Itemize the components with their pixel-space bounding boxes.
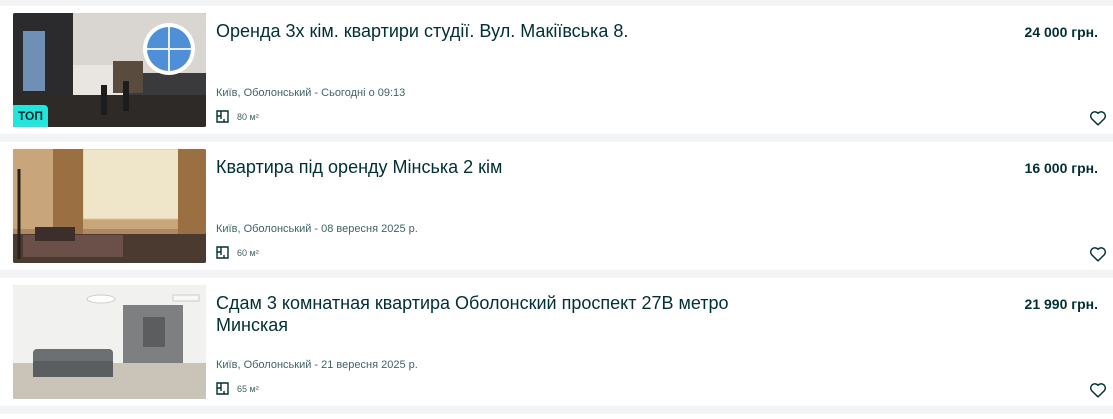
listing-location-date: Київ, Оболонський - Сьогодні о 09:13	[216, 87, 406, 99]
listing-photo[interactable]: ТОП	[13, 13, 206, 127]
listing-card[interactable]: Квартира під оренду Мінська 2 кім 16 000…	[0, 142, 1113, 270]
listing-area: 80 м²	[216, 110, 259, 123]
listing-card[interactable]: Сдам 3 комнатная квартира Оболонский про…	[0, 278, 1113, 406]
listing-area-value: 60 м²	[237, 247, 259, 258]
listing-area: 65 м²	[216, 382, 259, 395]
listing-title[interactable]: Квартира під оренду Мінська 2 кім	[216, 156, 756, 178]
favorite-button[interactable]	[1089, 109, 1107, 127]
listing-location-date: Київ, Оболонський - 08 вересня 2025 р.	[216, 223, 418, 235]
heart-icon	[1089, 383, 1107, 398]
listings-list: ТОП Оренда 3х кім. квартири студії. Вул.…	[0, 0, 1113, 419]
listing-photo[interactable]	[13, 285, 206, 399]
listing-price: 24 000 грн.	[1024, 24, 1098, 40]
listing-price: 16 000 грн.	[1024, 160, 1098, 176]
listing-title[interactable]: Оренда 3х кім. квартири студії. Вул. Мак…	[216, 20, 756, 42]
floor-plan-icon	[216, 110, 229, 123]
favorite-button[interactable]	[1089, 245, 1107, 263]
listing-title[interactable]: Сдам 3 комнатная квартира Оболонский про…	[216, 292, 756, 336]
listing-location-date: Київ, Оболонський - 21 вересня 2025 р.	[216, 359, 418, 371]
listing-photo[interactable]	[13, 149, 206, 263]
listing-card[interactable]: ТОП Оренда 3х кім. квартири студії. Вул.…	[0, 6, 1113, 134]
heart-icon	[1089, 247, 1107, 262]
listing-area-value: 80 м²	[237, 111, 259, 122]
top-badge: ТОП	[13, 105, 48, 127]
floor-plan-icon	[216, 246, 229, 259]
listing-area-value: 65 м²	[237, 383, 259, 394]
listing-card-partial	[0, 414, 1113, 419]
apartment-photo-icon	[13, 149, 206, 263]
favorite-button[interactable]	[1089, 381, 1107, 399]
listing-area: 60 м²	[216, 246, 259, 259]
apartment-photo-icon	[13, 285, 206, 399]
listing-price: 21 990 грн.	[1024, 296, 1098, 312]
floor-plan-icon	[216, 382, 229, 395]
heart-icon	[1089, 111, 1107, 126]
